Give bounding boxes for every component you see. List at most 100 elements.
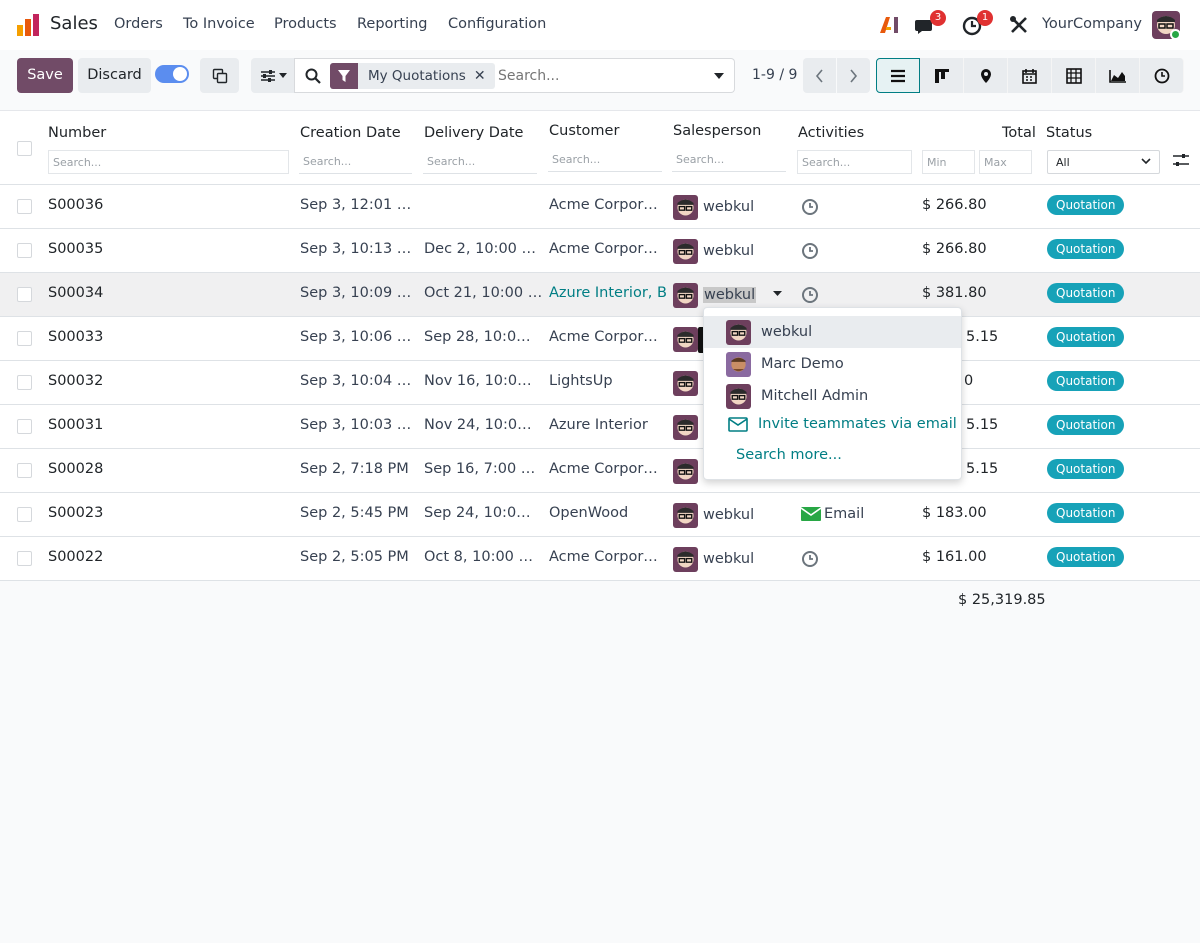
pivot-view-button[interactable]	[1052, 58, 1096, 93]
calendar-view-button[interactable]	[1008, 58, 1052, 93]
view-switcher	[876, 58, 1184, 93]
row-checkbox[interactable]	[17, 551, 32, 566]
filters-toggle-button[interactable]	[251, 58, 295, 93]
activity-clock-icon[interactable]	[801, 550, 819, 568]
menu-reporting[interactable]: Reporting	[357, 16, 428, 32]
search-options-toggle[interactable]	[703, 58, 735, 93]
activity-clock-icon[interactable]	[801, 198, 819, 216]
header-number[interactable]: Number	[48, 125, 106, 141]
avatar	[673, 546, 698, 572]
list-view-button[interactable]	[876, 58, 920, 93]
edit-mode-toggle[interactable]	[155, 65, 189, 83]
order-total: $ 161.00	[922, 549, 987, 565]
menu-orders[interactable]: Orders	[114, 16, 163, 32]
header-total[interactable]: Total	[1002, 125, 1036, 141]
total-min-input[interactable]: Min	[922, 150, 975, 174]
salesperson-input[interactable]: webkul	[703, 287, 757, 303]
activities-button[interactable]: 1	[962, 10, 993, 40]
invite-teammates-link[interactable]: Invite teammates via email	[728, 416, 957, 432]
header-delivery-date[interactable]: Delivery Date	[424, 125, 523, 141]
facet-remove-icon[interactable]: ✕	[474, 68, 495, 84]
sales-app-icon[interactable]	[16, 13, 40, 37]
table-row[interactable]: S00022 Sep 2, 5:05 PM Oct 8, 10:00 AM Ac…	[0, 537, 1200, 581]
header-customer[interactable]: Customer	[549, 123, 619, 139]
ai-icon[interactable]	[879, 15, 901, 35]
table-row-editing[interactable]: S00034 Sep 3, 10:09 AM Oct 21, 10:00 AM …	[0, 273, 1200, 317]
header-activities[interactable]: Activities	[798, 125, 864, 141]
save-button[interactable]: Save	[17, 58, 73, 93]
table-row[interactable]: S00031 Sep 3, 10:03 AM Nov 24, 10:00 AM …	[0, 405, 1200, 449]
menu-to-invoice[interactable]: To Invoice	[183, 16, 255, 32]
menu-configuration[interactable]: Configuration	[448, 16, 546, 32]
discard-button[interactable]: Discard	[78, 58, 151, 93]
salesperson-field[interactable]: webkul	[673, 282, 757, 308]
row-checkbox[interactable]	[17, 331, 32, 346]
dropdown-option-marc-demo[interactable]: Marc Demo	[704, 348, 961, 380]
row-checkbox[interactable]	[17, 507, 32, 522]
search-more-link[interactable]: Search more...	[736, 447, 842, 463]
row-checkbox[interactable]	[17, 243, 32, 258]
menu-products[interactable]: Products	[274, 16, 337, 32]
header-salesperson[interactable]: Salesperson	[673, 123, 761, 139]
table-row[interactable]: S00036 Sep 3, 12:01 PM Acme Corporation …	[0, 185, 1200, 229]
table-row[interactable]: S00035 Sep 3, 10:13 AM Dec 2, 10:00 AM A…	[0, 229, 1200, 273]
search-input[interactable]	[498, 66, 698, 86]
row-checkbox[interactable]	[17, 287, 32, 302]
creation-date: Sep 2, 5:05 PM	[300, 549, 409, 565]
salesperson[interactable]: webkul	[673, 502, 754, 528]
header-creation-date[interactable]: Creation Date	[300, 125, 401, 141]
salesperson[interactable]: webkul	[673, 194, 754, 220]
row-checkbox[interactable]	[17, 463, 32, 478]
status-filter-select[interactable]: All	[1047, 150, 1160, 174]
app-name[interactable]: Sales	[50, 13, 98, 34]
avatar	[673, 238, 698, 264]
search-bar: My Quotations ✕	[294, 58, 704, 93]
table-row[interactable]: S00023 Sep 2, 5:45 PM Sep 24, 10:00 AM O…	[0, 493, 1200, 537]
area-chart-icon	[1108, 69, 1126, 83]
creation-date-filter-input[interactable]: Search...	[299, 150, 412, 174]
messages-button[interactable]: 3	[914, 10, 946, 40]
salesperson-filter-input[interactable]: Search...	[672, 148, 786, 172]
dropdown-option-webkul[interactable]: webkul	[704, 316, 961, 348]
salesperson[interactable]: webkul	[673, 546, 754, 572]
total-max-input[interactable]: Max	[979, 150, 1032, 174]
dropdown-option-mitchell-admin[interactable]: Mitchell Admin	[704, 380, 961, 412]
pager-value[interactable]: 1-9 / 9	[752, 67, 797, 83]
pager-previous-button[interactable]	[803, 58, 836, 93]
row-checkbox[interactable]	[17, 419, 32, 434]
customer: OpenWood	[549, 505, 629, 521]
activities-filter-input[interactable]: Search...	[797, 150, 912, 174]
column-options-icon[interactable]	[1172, 153, 1190, 167]
quotations-list: Number Creation Date Delivery Date Custo…	[0, 111, 1200, 581]
list-icon	[891, 69, 905, 82]
graph-view-button[interactable]	[1096, 58, 1140, 93]
caret-down-icon[interactable]	[773, 291, 782, 297]
salesperson[interactable]: webkul	[673, 238, 754, 264]
delivery-date-filter-input[interactable]: Search...	[423, 150, 537, 174]
search-icon[interactable]	[305, 68, 321, 84]
company-switcher[interactable]: YourCompany	[1042, 16, 1142, 32]
map-view-button[interactable]	[964, 58, 1008, 93]
pager-next-button[interactable]	[837, 58, 870, 93]
kanban-view-button[interactable]	[920, 58, 964, 93]
activity-email[interactable]: Email	[801, 506, 864, 522]
salesperson[interactable]	[673, 458, 703, 484]
number-filter-input[interactable]: Search...	[48, 150, 289, 174]
salesperson[interactable]	[673, 414, 703, 440]
delivery-date: Oct 21, 10:00 AM	[424, 285, 544, 301]
customer-filter-input[interactable]: Search...	[548, 148, 662, 172]
row-checkbox[interactable]	[17, 375, 32, 390]
activity-clock-icon[interactable]	[801, 286, 819, 304]
customer-link[interactable]: Azure Interior, Brandon Freeman	[549, 285, 668, 301]
activity-clock-icon[interactable]	[801, 242, 819, 260]
tools-icon[interactable]	[1009, 15, 1029, 35]
table-row[interactable]: S00028 Sep 2, 7:18 PM Sep 16, 7:00 PM Ac…	[0, 449, 1200, 493]
table-row[interactable]: S00033 Sep 3, 10:06 AM Sep 28, 10:00 AM …	[0, 317, 1200, 361]
row-checkbox[interactable]	[17, 199, 32, 214]
header-status[interactable]: Status	[1046, 125, 1092, 141]
duplicate-button[interactable]	[200, 58, 239, 93]
select-all-checkbox[interactable]	[17, 141, 32, 156]
salesperson[interactable]	[673, 370, 703, 396]
table-row[interactable]: S00032 Sep 3, 10:04 AM Nov 16, 10:00 AM …	[0, 361, 1200, 405]
activity-view-button[interactable]	[1140, 58, 1184, 93]
